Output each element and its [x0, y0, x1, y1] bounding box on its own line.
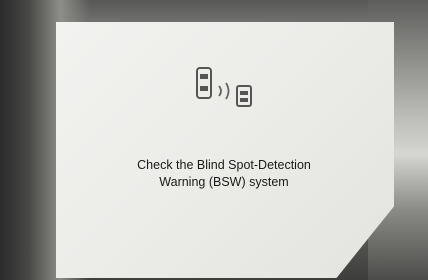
warning-message-line-2: Warning (BSW) system	[159, 175, 289, 189]
instrument-cluster-display	[56, 22, 394, 278]
warning-message-line-1: Check the Blind Spot-Detection	[137, 158, 311, 172]
blind-spot-warning-icon	[193, 66, 263, 116]
warning-message: Check the Blind Spot-Detection Warning (…	[96, 157, 352, 191]
